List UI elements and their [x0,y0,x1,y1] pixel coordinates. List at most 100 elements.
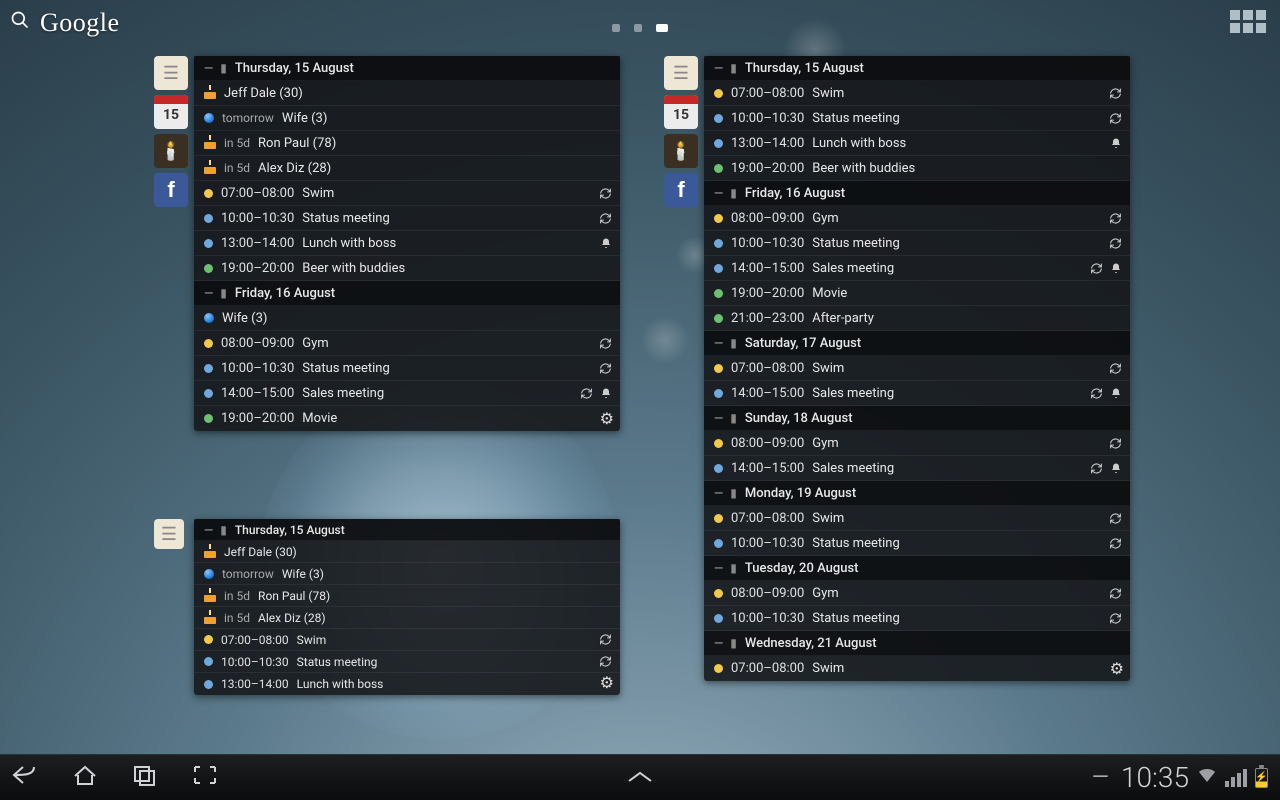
calendar-icon[interactable]: 15 [154,95,188,129]
bookmark-icon: ▮ [220,61,227,75]
event-title: Status meeting [302,211,591,226]
wifi-icon [1197,765,1217,790]
birthday-cake-icon [204,546,216,558]
day-header[interactable]: —▮Friday, 16 August [704,181,1130,206]
event-title: Sales meeting [812,386,1082,401]
event-title: Status meeting [812,111,1101,126]
notes-icon[interactable]: ☰ [154,56,188,90]
birthday-row[interactable]: in 5dAlex Diz (28) [194,156,620,181]
event-title: Beer with buddies [812,161,1114,176]
day-header[interactable]: —▮Saturday, 17 August [704,331,1130,356]
bookmark-icon: ▮ [730,486,737,500]
event-row[interactable]: 07:00–08:00Swim [194,181,620,206]
event-title: Swim [302,186,591,201]
event-row[interactable]: 08:00–09:00Gym [704,206,1130,231]
birthday-row[interactable]: in 5dRon Paul (78) [194,585,620,607]
settings-gear-icon[interactable]: ⚙ [600,673,614,692]
event-row[interactable]: 08:00–09:00Gym [704,581,1130,606]
event-row[interactable]: 13:00–14:00Lunch with boss [194,231,620,256]
event-row[interactable]: 21:00–23:00After-party [704,306,1130,331]
birthday-row[interactable]: in 5dAlex Diz (28) [194,607,620,629]
candle-icon[interactable]: 🕯️ [154,134,188,168]
day-header[interactable]: —▮Tuesday, 20 August [704,556,1130,581]
recurring-icon [1109,87,1122,100]
event-time: 08:00–09:00 [731,586,804,601]
day-header[interactable]: —▮Monday, 19 August [704,481,1130,506]
event-row[interactable]: 08:00–09:00Gym [194,331,620,356]
calendar-color-dot [714,89,723,98]
contact-event-row[interactable]: tomorrowWife (3) [194,563,620,585]
google-search[interactable]: Google [10,8,120,38]
event-row[interactable]: 08:00–09:00Gym [704,431,1130,456]
contact-event-row[interactable]: Wife (3) [194,306,620,331]
calendar-color-dot [204,657,213,666]
event-time: 14:00–15:00 [221,386,294,401]
event-row[interactable]: 14:00–15:00Sales meeting [194,381,620,406]
back-button[interactable] [12,764,38,792]
dash-icon: — [714,411,722,425]
event-time: 19:00–20:00 [221,261,294,276]
dash-icon: — [714,61,722,75]
event-row[interactable]: 14:00–15:00Sales meeting [704,256,1130,281]
day-label: Thursday, 15 August [745,61,1122,76]
day-header[interactable]: —▮Wednesday, 21 August [704,631,1130,656]
day-header[interactable]: —▮Sunday, 18 August [704,406,1130,431]
day-header[interactable]: —▮Thursday, 15 August [194,56,620,81]
event-title: Ron Paul (78) [258,589,612,603]
reminder-bell-icon [1110,462,1122,475]
calendar-icon[interactable]: 15 [664,95,698,129]
day-header[interactable]: —▮Thursday, 15 August [194,519,620,541]
event-row[interactable]: 14:00–15:00Sales meeting [704,381,1130,406]
event-row[interactable]: 10:00–10:30Status meeting [704,106,1130,131]
event-row[interactable]: 14:00–15:00Sales meeting [704,456,1130,481]
event-row[interactable]: 07:00–08:00Swim [704,81,1130,106]
event-row[interactable]: 10:00–10:30Status meeting [704,231,1130,256]
facebook-icon[interactable]: f [154,173,188,207]
contact-event-row[interactable]: tomorrowWife (3) [194,106,620,131]
birthday-row[interactable]: in 5dRon Paul (78) [194,131,620,156]
event-row[interactable]: 10:00–10:30Status meeting [194,206,620,231]
event-row[interactable]: 13:00–14:00Lunch with boss [194,673,620,695]
event-title: Gym [302,336,591,351]
event-time: 10:00–10:30 [731,236,804,251]
birthday-cake-icon [204,162,216,174]
settings-gear-icon[interactable]: ⚙ [1110,659,1124,678]
event-row[interactable]: 07:00–08:00Swim [704,656,1130,681]
birthday-row[interactable]: Jeff Dale (30) [194,81,620,106]
event-row[interactable]: 07:00–08:00Swim [194,629,620,651]
event-row[interactable]: 19:00–20:00Beer with buddies [194,256,620,281]
notes-icon[interactable]: ☰ [664,56,698,90]
event-row[interactable]: 10:00–10:30Status meeting [704,606,1130,631]
event-row[interactable]: 07:00–08:00Swim [704,506,1130,531]
event-row[interactable]: 13:00–14:00Lunch with boss [704,131,1130,156]
birthday-row[interactable]: Jeff Dale (30) [194,541,620,563]
settings-gear-icon[interactable]: ⚙ [600,409,614,428]
apps-grid-icon[interactable] [1230,10,1266,33]
recurring-icon [1109,437,1122,450]
home-button[interactable] [72,764,98,792]
day-header[interactable]: —▮Thursday, 15 August [704,56,1130,81]
dash-icon: — [714,561,722,575]
recurring-icon [1109,587,1122,600]
facebook-icon[interactable]: f [664,173,698,207]
candle-icon[interactable]: 🕯️ [664,134,698,168]
calendar-color-dot [204,339,213,348]
event-row[interactable]: 07:00–08:00Swim [704,356,1130,381]
page-indicator[interactable] [612,24,668,32]
clock[interactable]: 10:35 [1121,761,1189,794]
event-time: 07:00–08:00 [731,661,804,676]
event-row[interactable]: 19:00–20:00Movie [704,281,1130,306]
event-time: 10:00–10:30 [221,361,294,376]
screenshot-button[interactable] [192,764,218,792]
event-row[interactable]: 19:00–20:00Movie [194,406,620,431]
expand-arrow-icon[interactable] [625,765,655,790]
calendar-color-dot [714,539,723,548]
event-row[interactable]: 10:00–10:30Status meeting [194,651,620,673]
notes-icon[interactable]: ☰ [154,519,184,549]
event-row[interactable]: 10:00–10:30Status meeting [194,356,620,381]
event-row[interactable]: 10:00–10:30Status meeting [704,531,1130,556]
day-header[interactable]: —▮Friday, 16 August [194,281,620,306]
event-row[interactable]: 19:00–20:00Beer with buddies [704,156,1130,181]
recents-button[interactable] [132,764,158,792]
event-time: 14:00–15:00 [731,261,804,276]
